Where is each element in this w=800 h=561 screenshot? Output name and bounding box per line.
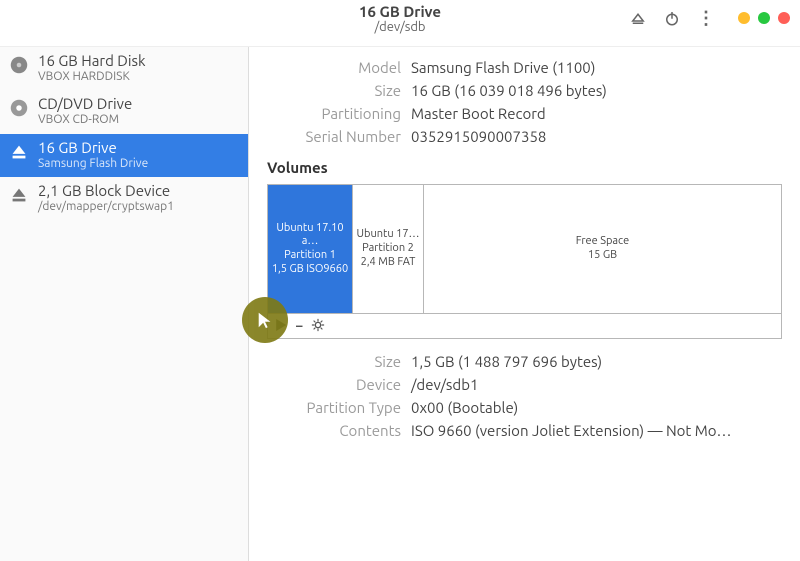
value-model: Samsung Flash Drive (1100) xyxy=(411,59,782,76)
volume-meta: 15 GB xyxy=(588,249,617,263)
label-psize: Size xyxy=(267,353,401,370)
label-ptype: Partition Type xyxy=(267,399,401,416)
close-button[interactable] xyxy=(778,12,790,24)
partition-properties: Size 1,5 GB (1 488 797 696 bytes) Device… xyxy=(267,353,782,439)
value-psize: 1,5 GB (1 488 797 696 bytes) xyxy=(411,353,782,370)
label-part: Partitioning xyxy=(267,105,401,122)
value-serial: 0352915090007358 xyxy=(411,128,782,145)
volumes-box: Ubuntu 17.10 a…Partition 11,5 GB ISO9660… xyxy=(267,184,782,339)
eject-icon xyxy=(8,141,30,163)
value-ptype: 0x00 (Bootable) xyxy=(411,399,782,416)
value-size: 16 GB (16 039 018 496 bytes) xyxy=(411,82,782,99)
sidebar-item-subtitle: VBOX CD-ROM xyxy=(38,113,132,127)
titlebar: 16 GB Drive /dev/sdb ⋮ xyxy=(0,0,800,47)
value-part: Master Boot Record xyxy=(411,105,782,122)
volume-meta: 2,4 MB FAT xyxy=(361,256,416,270)
volume-cell[interactable]: Ubuntu 17.10 a…Partition 11,5 GB ISO9660 xyxy=(268,185,353,313)
sidebar-item[interactable]: 16 GB DriveSamsung Flash Drive xyxy=(0,134,248,177)
maximize-button[interactable] xyxy=(758,12,770,24)
volume-options-gear-icon[interactable] xyxy=(311,318,325,335)
minimize-button[interactable] xyxy=(738,12,750,24)
label-pdevice: Device xyxy=(267,376,401,393)
eject-drive-icon[interactable] xyxy=(628,8,648,28)
remove-minus-icon[interactable]: – xyxy=(296,319,303,333)
label-model: Model xyxy=(267,59,401,76)
volume-cell[interactable]: Free Space15 GB xyxy=(424,185,781,313)
sidebar-item[interactable]: 2,1 GB Block Device/dev/mapper/cryptswap… xyxy=(0,177,248,220)
label-serial: Serial Number xyxy=(267,128,401,145)
sidebar-item[interactable]: 16 GB Hard DiskVBOX HARDDISK xyxy=(0,47,248,90)
optical-icon xyxy=(8,97,30,119)
volume-label: Ubuntu 17… xyxy=(357,228,420,242)
sidebar-item-title: 16 GB Drive xyxy=(38,139,148,157)
volume-meta: Partition 1 xyxy=(284,249,336,263)
volumes-layout: Ubuntu 17.10 a…Partition 11,5 GB ISO9660… xyxy=(268,185,781,313)
drive-properties: Model Samsung Flash Drive (1100) Size 16… xyxy=(267,59,782,145)
window-controls xyxy=(738,12,790,24)
kebab-menu-icon[interactable]: ⋮ xyxy=(696,8,716,28)
disk-icon xyxy=(8,54,30,76)
volume-label: Free Space xyxy=(576,235,629,249)
sidebar-item-subtitle: /dev/mapper/cryptswap1 xyxy=(38,200,174,214)
eject-icon xyxy=(8,184,30,206)
sidebar: 16 GB Hard DiskVBOX HARDDISKCD/DVD Drive… xyxy=(0,47,249,561)
sidebar-item-subtitle: VBOX HARDDISK xyxy=(38,70,146,84)
sidebar-item-subtitle: Samsung Flash Drive xyxy=(38,157,148,171)
volumes-heading: Volumes xyxy=(267,159,782,176)
volume-meta: 1,5 GB ISO9660 xyxy=(272,263,348,277)
label-size: Size xyxy=(267,82,401,99)
volume-meta: Partition 2 xyxy=(362,242,414,256)
value-pdevice: /dev/sdb1 xyxy=(411,376,782,393)
sidebar-item-title: CD/DVD Drive xyxy=(38,95,132,113)
label-pcontents: Contents xyxy=(267,422,401,439)
sidebar-item-title: 16 GB Hard Disk xyxy=(38,52,146,70)
power-off-icon[interactable] xyxy=(662,8,682,28)
volume-cell[interactable]: Ubuntu 17…Partition 22,4 MB FAT xyxy=(353,185,424,313)
sidebar-item-title: 2,1 GB Block Device xyxy=(38,182,174,200)
main-panel: Model Samsung Flash Drive (1100) Size 16… xyxy=(249,47,800,561)
sidebar-item[interactable]: CD/DVD DriveVBOX CD-ROM xyxy=(0,90,248,133)
mount-play-icon[interactable] xyxy=(274,318,288,335)
volume-toolbar: – xyxy=(268,313,781,338)
volume-label: Ubuntu 17.10 a… xyxy=(270,222,350,250)
value-pcontents: ISO 9660 (version Joliet Extension) — No… xyxy=(411,422,782,439)
